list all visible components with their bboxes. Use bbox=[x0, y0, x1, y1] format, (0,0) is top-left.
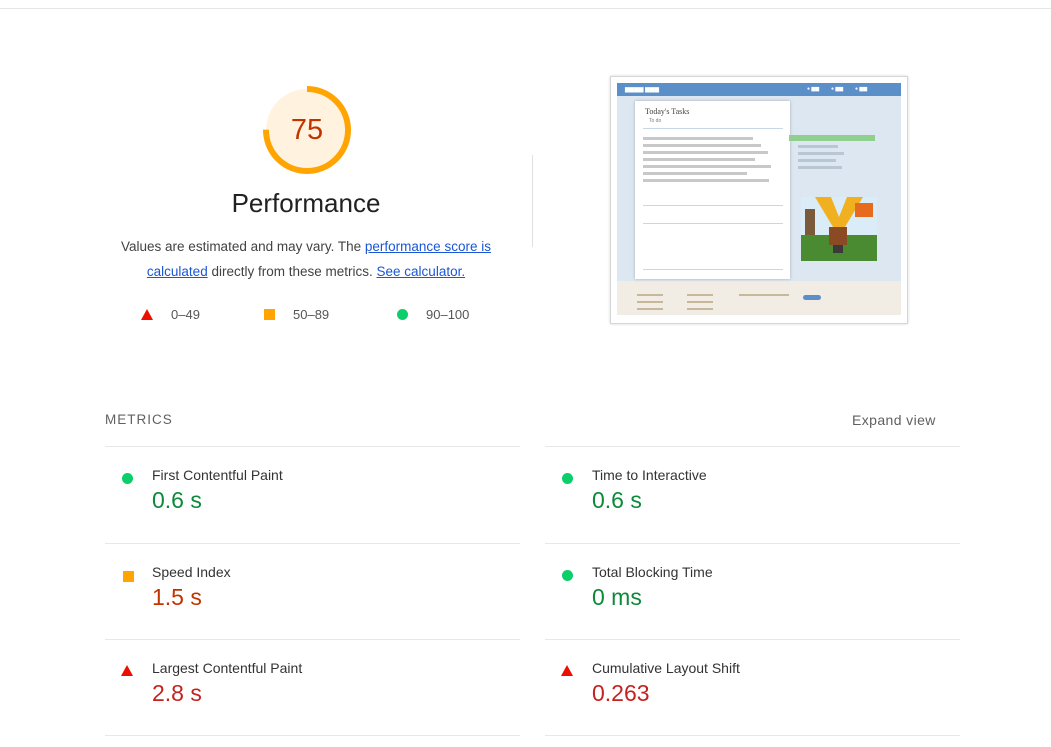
thumb-side-item bbox=[798, 152, 844, 155]
metric-value: 1.5 s bbox=[152, 584, 202, 610]
thumb-text-line bbox=[643, 137, 753, 140]
thumb-active-item bbox=[789, 135, 875, 141]
metric-label: Total Blocking Time bbox=[592, 564, 713, 580]
top-divider bbox=[0, 8, 1051, 9]
metric-largest-contentful-paint: Largest Contentful Paint 2.8 s bbox=[105, 660, 475, 730]
metric-label: Largest Contentful Paint bbox=[152, 660, 303, 676]
metrics-divider bbox=[545, 446, 960, 447]
thumb-footer-col bbox=[687, 294, 713, 315]
metrics-divider bbox=[545, 735, 960, 736]
see-calculator-link[interactable]: See calculator. bbox=[377, 264, 466, 279]
metric-label: Cumulative Layout Shift bbox=[592, 660, 740, 676]
thumb-text-line bbox=[643, 179, 769, 182]
metrics-divider bbox=[105, 446, 520, 447]
pass-icon bbox=[562, 473, 573, 484]
fail-icon bbox=[561, 665, 573, 676]
metric-speed-index: Speed Index 1.5 s bbox=[105, 564, 475, 634]
metric-value: 0.6 s bbox=[592, 487, 642, 513]
metric-time-to-interactive: Time to Interactive 0.6 s bbox=[545, 467, 915, 537]
thumb-rule bbox=[643, 128, 783, 129]
screenshot-image: ▆▆▆▆ ▆▆▆ ● ▆▆ ● ▆▆ ● ▆▆ Today's Tasks To… bbox=[617, 83, 901, 315]
final-screenshot[interactable]: ▆▆▆▆ ▆▆▆ ● ▆▆ ● ▆▆ ● ▆▆ Today's Tasks To… bbox=[610, 76, 908, 324]
pass-icon bbox=[562, 570, 573, 581]
expand-view-toggle[interactable]: Expand view bbox=[852, 412, 936, 428]
thumb-footer-col bbox=[637, 294, 663, 315]
metrics-divider bbox=[545, 639, 960, 640]
metric-value: 0 ms bbox=[592, 584, 642, 610]
thumb-nav-item: ● ▆▆ bbox=[807, 86, 820, 92]
metrics-divider bbox=[105, 639, 520, 640]
metrics-divider bbox=[105, 543, 520, 544]
legend-pass: 90–100 bbox=[397, 305, 469, 323]
metric-label: First Contentful Paint bbox=[152, 467, 283, 483]
thumb-footer-button bbox=[803, 295, 821, 300]
legend-pass-range: 90–100 bbox=[426, 306, 470, 322]
thumb-side-item bbox=[798, 166, 842, 169]
average-icon bbox=[123, 571, 134, 582]
thumb-text-line bbox=[643, 158, 755, 161]
thumb-text-line bbox=[643, 172, 747, 175]
vertical-divider bbox=[532, 155, 533, 247]
pass-icon bbox=[122, 473, 133, 484]
thumb-task-card: Today's Tasks To do bbox=[635, 101, 790, 279]
triangle-icon bbox=[141, 308, 153, 320]
metric-label: Time to Interactive bbox=[592, 467, 707, 483]
metrics-divider bbox=[105, 735, 520, 736]
legend-average: 50–89 bbox=[264, 305, 329, 323]
thumb-todo-label: To do bbox=[649, 118, 662, 124]
description-middle: directly from these metrics. bbox=[211, 264, 373, 279]
thumb-nav-item: ● ▆▆ bbox=[855, 86, 868, 92]
circle-icon bbox=[397, 308, 408, 320]
thumb-card-title: Today's Tasks bbox=[645, 107, 690, 116]
thumb-footer-col bbox=[739, 294, 789, 301]
thumb-header: ▆▆▆▆ ▆▆▆ ● ▆▆ ● ▆▆ ● ▆▆ bbox=[617, 83, 901, 96]
thumb-logo: ▆▆▆▆ ▆▆▆ bbox=[625, 87, 659, 93]
metrics-divider bbox=[545, 543, 960, 544]
thumb-game-image bbox=[801, 197, 877, 261]
thumb-nav-item: ● ▆▆ bbox=[831, 86, 844, 92]
fail-icon bbox=[121, 665, 133, 676]
thumb-input bbox=[643, 205, 783, 206]
metric-value: 0.263 bbox=[592, 680, 650, 706]
legend-average-range: 50–89 bbox=[293, 306, 330, 322]
metric-value: 2.8 s bbox=[152, 680, 202, 706]
metric-total-blocking-time: Total Blocking Time 0 ms bbox=[545, 564, 915, 634]
metric-cumulative-layout-shift: Cumulative Layout Shift 0.263 bbox=[545, 660, 915, 730]
gauge-title: Performance bbox=[231, 188, 381, 218]
thumb-input bbox=[643, 269, 783, 270]
performance-score: 75 bbox=[290, 114, 324, 146]
legend-fail: 0–49 bbox=[141, 305, 200, 323]
legend-fail-range: 0–49 bbox=[171, 306, 200, 322]
square-icon bbox=[264, 308, 275, 320]
thumb-text-line bbox=[643, 151, 768, 154]
thumb-text-line bbox=[643, 165, 771, 168]
metrics-header: METRICS bbox=[105, 412, 173, 427]
thumb-input bbox=[643, 223, 783, 224]
metric-first-contentful-paint: First Contentful Paint 0.6 s bbox=[105, 467, 475, 537]
metric-label: Speed Index bbox=[152, 564, 231, 580]
thumb-text-line bbox=[643, 144, 761, 147]
description-prefix: Values are estimated and may vary. The bbox=[121, 239, 362, 254]
thumb-side-item bbox=[798, 145, 838, 148]
metric-value: 0.6 s bbox=[152, 487, 202, 513]
thumb-side-item bbox=[798, 159, 836, 162]
score-description: Values are estimated and may vary. The p… bbox=[100, 234, 512, 284]
performance-gauge: 75 bbox=[261, 84, 353, 176]
